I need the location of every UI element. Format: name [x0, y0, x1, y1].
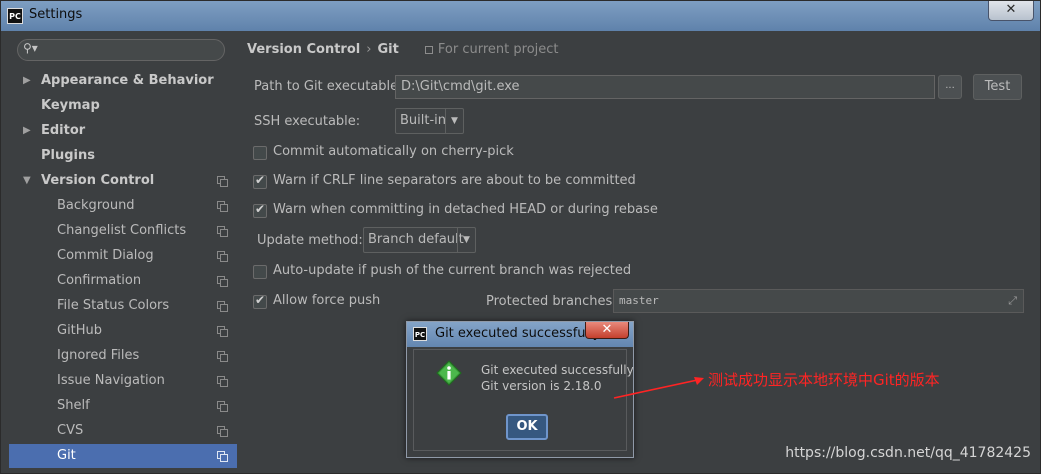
annotation-text: 测试成功显示本地环境中Git的版本	[708, 371, 940, 389]
project-scope-icon	[217, 451, 228, 462]
ok-button[interactable]: OK	[506, 414, 548, 440]
watermark: https://blog.csdn.net/qq_41782425	[785, 445, 1031, 461]
sidebar-item-shelf[interactable]: Shelf	[9, 394, 237, 418]
ssh-executable-value: Built-in	[400, 113, 447, 128]
sidebar-item-label: CVS	[57, 423, 84, 438]
allow-force-push-checkbox[interactable]	[253, 293, 267, 309]
browse-button[interactable]: ...	[938, 75, 962, 99]
window-title: Settings	[29, 7, 83, 22]
dialog-title-bar: PC Git executed successfully ✕	[407, 322, 633, 347]
update-method-label: Update method:	[257, 233, 363, 248]
project-scope-icon	[217, 176, 228, 187]
sidebar-item-plugins[interactable]: Plugins	[9, 144, 237, 168]
protected-branches-input[interactable]: master ⤢	[613, 289, 1024, 313]
project-scope-icon	[217, 201, 228, 212]
sidebar-item-label: Commit Dialog	[57, 248, 154, 263]
sidebar-item-confirmation[interactable]: Confirmation	[9, 269, 237, 293]
commit-cherry-pick-checkbox[interactable]	[253, 146, 267, 160]
update-method-value: Branch default	[368, 232, 464, 247]
info-icon	[436, 360, 462, 386]
breadcrumb-page: Git	[377, 42, 399, 57]
project-scope-icon	[217, 351, 228, 362]
collapse-arrow-icon[interactable]: ▼	[23, 169, 31, 193]
project-scope-icon	[217, 301, 228, 312]
project-scope-hint: For current project	[424, 42, 559, 57]
breadcrumb-separator: ›	[366, 42, 372, 57]
sidebar-item-label: File Status Colors	[57, 298, 170, 313]
project-scope-icon	[217, 376, 228, 387]
sidebar-item-label: Issue Navigation	[57, 373, 165, 388]
scope-label: For current project	[437, 42, 559, 57]
sidebar-item-ignored-files[interactable]: Ignored Files	[9, 344, 237, 368]
warn-crlf-checkbox[interactable]	[253, 173, 267, 189]
protected-branches-value: master	[619, 294, 659, 307]
update-method-select[interactable]: Branch default ▼	[363, 227, 476, 253]
sidebar-item-label: Version Control	[41, 173, 155, 188]
sidebar-item-version-control[interactable]: ▼ Version Control	[9, 169, 237, 193]
warn-detached-head-checkbox[interactable]	[253, 202, 267, 218]
sidebar-item-background[interactable]: Background	[9, 194, 237, 218]
pycharm-app-icon: PC	[413, 327, 427, 341]
project-scope-icon	[217, 276, 228, 287]
chevron-down-icon: ▼	[445, 109, 463, 133]
sidebar-item-git[interactable]: Git	[9, 444, 237, 468]
sidebar-item-label: Git	[57, 448, 76, 463]
warn-detached-head-label: Warn when committing in detached HEAD or…	[273, 202, 658, 217]
allow-force-push-label: Allow force push	[273, 293, 381, 308]
project-scope-icon	[217, 251, 228, 262]
sidebar-item-keymap[interactable]: Keymap	[9, 94, 237, 118]
sidebar-item-label: Plugins	[41, 148, 95, 163]
sidebar-item-appearance-behavior[interactable]: ▶ Appearance & Behavior	[9, 69, 237, 93]
project-scope-icon	[424, 45, 433, 54]
settings-content: Version Control › Git For current project …	[237, 33, 1033, 473]
expand-icon[interactable]: ⤢	[1008, 294, 1017, 308]
sidebar-item-label: Keymap	[41, 98, 100, 113]
breadcrumb-section[interactable]: Version Control	[247, 42, 360, 57]
sidebar-item-issue-navigation[interactable]: Issue Navigation	[9, 369, 237, 393]
git-path-input[interactable]: D:\Git\cmd\git.exe	[395, 75, 935, 99]
settings-sidebar: ⚲▾ ▶ Appearance & Behavior Keymap ▶ Edit…	[9, 33, 237, 473]
project-scope-icon	[217, 401, 228, 412]
commit-cherry-pick-label: Commit automatically on cherry-pick	[273, 144, 514, 159]
expand-arrow-icon[interactable]: ▶	[23, 119, 31, 143]
sidebar-item-cvs[interactable]: CVS	[9, 419, 237, 443]
auto-update-label: Auto-update if push of the current branc…	[273, 263, 632, 278]
ssh-executable-label: SSH executable:	[254, 114, 361, 129]
settings-search-input[interactable]: ⚲▾	[17, 39, 225, 61]
sidebar-item-label: Shelf	[57, 398, 90, 413]
project-scope-icon	[217, 326, 228, 337]
sidebar-item-commit-dialog[interactable]: Commit Dialog	[9, 244, 237, 268]
annotation-arrow	[613, 377, 704, 399]
warn-crlf-label: Warn if CRLF line separators are about t…	[273, 173, 636, 188]
chevron-down-icon: ▼	[457, 228, 475, 252]
auto-update-checkbox[interactable]	[253, 265, 267, 279]
sidebar-item-label: GitHub	[57, 323, 103, 338]
dialog-body: Git executed successfully Git version is…	[413, 349, 634, 451]
protected-branches-label: Protected branches:	[486, 294, 617, 309]
git-path-label: Path to Git executable:	[254, 79, 403, 94]
sidebar-item-editor[interactable]: ▶ Editor	[9, 119, 237, 143]
project-scope-icon	[217, 226, 228, 237]
project-scope-icon	[217, 426, 228, 437]
window-close-button[interactable]: ✕	[988, 1, 1034, 21]
dialog-title: Git executed successfully	[435, 326, 601, 341]
sidebar-item-label: Confirmation	[57, 273, 142, 288]
sidebar-item-label: Ignored Files	[57, 348, 140, 363]
ssh-executable-select[interactable]: Built-in ▼	[395, 108, 464, 134]
pycharm-app-icon: PC	[7, 8, 23, 24]
sidebar-item-changelist-conflicts[interactable]: Changelist Conflicts	[9, 219, 237, 243]
sidebar-item-label: Appearance & Behavior	[41, 73, 214, 88]
sidebar-item-label: Changelist Conflicts	[57, 223, 187, 238]
test-button[interactable]: Test	[973, 74, 1022, 100]
sidebar-item-label: Editor	[41, 123, 86, 138]
dialog-close-button[interactable]: ✕	[585, 322, 629, 339]
expand-arrow-icon[interactable]: ▶	[23, 69, 31, 93]
sidebar-item-file-status-colors[interactable]: File Status Colors	[9, 294, 237, 318]
title-bar: PC Settings ✕	[1, 1, 1040, 31]
search-icon: ⚲▾	[23, 41, 38, 55]
sidebar-item-github[interactable]: GitHub	[9, 319, 237, 343]
breadcrumb: Version Control › Git For current project	[247, 42, 559, 60]
sidebar-item-label: Background	[57, 198, 135, 213]
